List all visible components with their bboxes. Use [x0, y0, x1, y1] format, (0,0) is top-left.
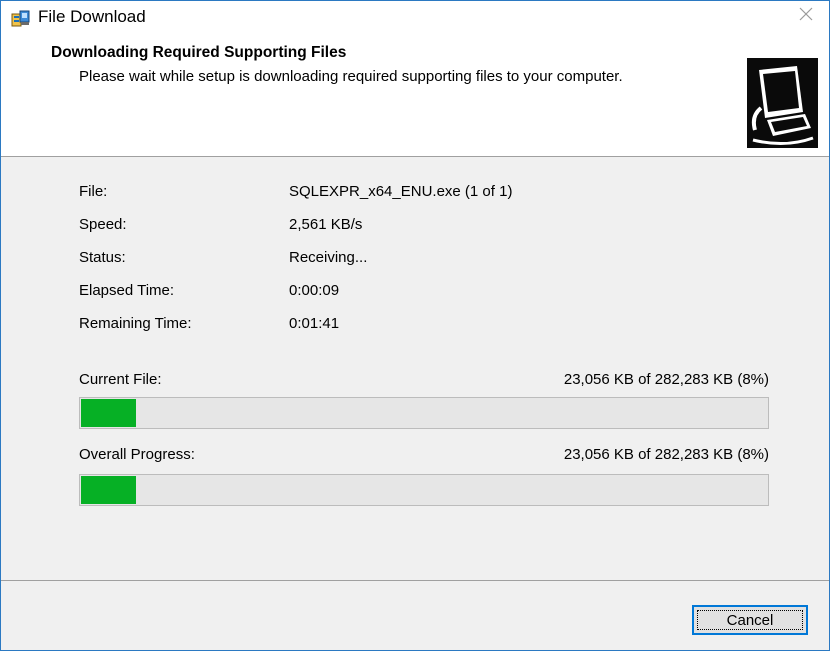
footer-divider [1, 580, 829, 581]
remaining-time-value: 0:01:41 [289, 315, 340, 332]
overall-progress-fill [81, 476, 136, 504]
speed-value: 2,561 KB/s [289, 216, 363, 233]
overall-progress-label: Overall Progress: [79, 446, 195, 463]
header-description: Please wait while setup is downloading r… [79, 68, 623, 85]
file-value: SQLEXPR_x64_ENU.exe (1 of 1) [289, 183, 513, 200]
close-icon [799, 7, 813, 26]
header-title: Downloading Required Supporting Files [51, 44, 347, 61]
overall-progress-bar [79, 474, 769, 506]
elapsed-time-label: Elapsed Time: [79, 282, 175, 299]
file-label: File: [79, 183, 108, 200]
title-bar: File Download [1, 1, 829, 32]
elapsed-time-value: 0:00:09 [289, 282, 340, 299]
focus-rectangle [697, 610, 803, 630]
overall-progress-amount: 23,056 KB of 282,283 KB (8%) [563, 446, 769, 463]
current-file-progress-fill [81, 399, 136, 427]
current-file-label: Current File: [79, 371, 162, 388]
computer-download-icon [745, 56, 820, 150]
window-title: File Download [38, 7, 146, 26]
file-download-dialog: File Download Downloading Required Suppo… [0, 0, 830, 651]
setup-installer-icon [11, 9, 31, 27]
current-file-progress-bar [79, 397, 769, 429]
speed-label: Speed: [79, 216, 127, 233]
current-file-amount: 23,056 KB of 282,283 KB (8%) [563, 371, 769, 388]
cancel-button[interactable]: Cancel [692, 605, 808, 635]
status-value: Receiving... [289, 249, 368, 266]
close-button[interactable] [783, 1, 829, 32]
status-label: Status: [79, 249, 126, 266]
remaining-time-label: Remaining Time: [79, 315, 192, 332]
